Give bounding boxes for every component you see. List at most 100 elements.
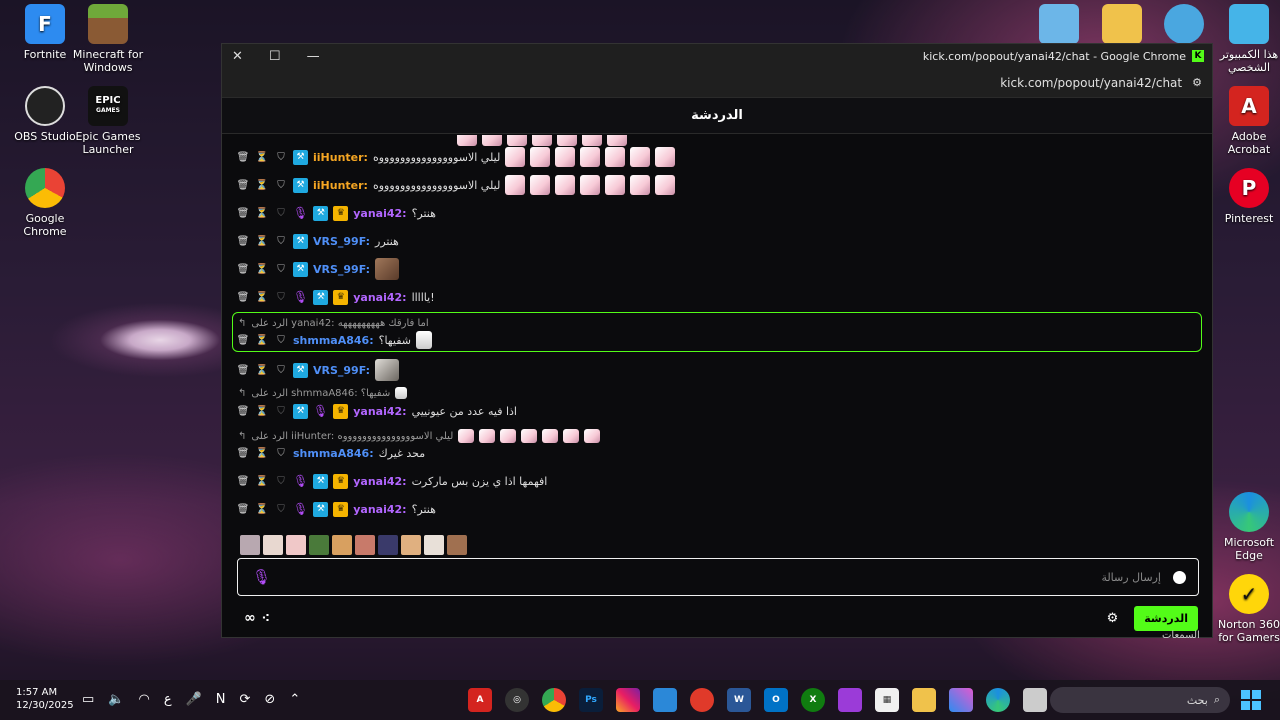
obs-taskbar-icon[interactable]: ◎ — [505, 688, 529, 712]
delete-icon[interactable]: 🗑 — [236, 178, 250, 192]
chat-message[interactable]: 🗑 ⏳ ⛉ shmmaA846: محد غيرك — [236, 442, 425, 464]
delete-icon[interactable]: 🗑 — [236, 234, 250, 248]
shield-icon[interactable]: ⛉ — [274, 262, 288, 276]
chat-input-placeholder[interactable]: إرسال رسالة — [1101, 571, 1161, 584]
delete-icon[interactable]: 🗑 — [236, 333, 250, 347]
camera-off-icon[interactable]: ⊘ — [264, 692, 275, 707]
shield-icon[interactable]: ⛉ — [274, 234, 288, 248]
chevron-up-icon[interactable]: ⌃ — [289, 692, 300, 707]
photos-taskbar-icon[interactable] — [653, 688, 677, 712]
desktop-icon-this-pc[interactable]: هذا الكمبيوتر الشخصي — [1211, 4, 1280, 74]
chat-message[interactable]: 🗑 ⏳ ⛉ 🎙 ⚒ ♛ yanai42: هنتر؟ — [236, 202, 436, 224]
delete-icon[interactable]: 🗑 — [236, 446, 250, 460]
shield-icon[interactable]: ⛉ — [274, 150, 288, 164]
chat-message[interactable]: 🗑 ⏳ ⛉ 🎙 ⚒ ♛ yanai42: افهمها اذا ي يزن بس… — [236, 470, 547, 492]
chat-message[interactable]: 🗑 ⏳ ⛉ ⚒ 🎙 ♛ yanai42: اذا فيه عدد من عيون… — [236, 400, 517, 422]
chat-username[interactable]: shmmaA846: — [293, 334, 374, 347]
timeout-icon[interactable]: ⏳ — [255, 150, 269, 164]
desktop-icon-edge[interactable]: Microsoft Edge — [1211, 492, 1280, 562]
shield-icon[interactable]: ⛉ — [274, 290, 288, 304]
timeout-icon[interactable]: ⏳ — [255, 333, 269, 347]
timeout-icon[interactable]: ⏳ — [255, 290, 269, 304]
app-taskbar-icon[interactable] — [838, 688, 862, 712]
microphone-icon[interactable]: 🎤 — [186, 692, 202, 707]
dots-icon[interactable]: ⁖ — [262, 611, 270, 625]
timeout-icon[interactable]: ⏳ — [255, 363, 269, 377]
word-taskbar-icon[interactable]: W — [727, 688, 751, 712]
emote-option[interactable] — [401, 535, 421, 555]
timeout-icon[interactable]: ⏳ — [255, 446, 269, 460]
site-settings-icon[interactable]: ⚙ — [1192, 76, 1202, 89]
wifi-icon[interactable]: ◠ — [138, 692, 149, 707]
desktop-icon-minecraft[interactable]: Minecraft for Windows — [70, 4, 146, 74]
chat-username[interactable]: yanai42: — [353, 207, 406, 220]
shield-icon[interactable]: ⛉ — [274, 363, 288, 377]
emoji-picker-icon[interactable] — [1173, 570, 1186, 584]
tool-taskbar-icon[interactable] — [690, 688, 714, 712]
task-view-taskbar-icon[interactable] — [1023, 688, 1047, 712]
maximize-icon[interactable]: ☐ — [269, 49, 281, 64]
desktop-icon-chrome[interactable]: Google Chrome — [7, 168, 83, 238]
sync-icon[interactable]: ⟳ — [240, 692, 251, 707]
mic-icon[interactable]: 🎙 — [252, 568, 271, 586]
chat-message[interactable]: 🗑 ⏳ ⛉ ⚒ VRS_99F: — [236, 258, 400, 280]
send-chat-button[interactable]: الدردشة — [1134, 605, 1198, 631]
chrome-taskbar-icon[interactable] — [542, 688, 566, 712]
chat-username[interactable]: VRS_99F: — [313, 235, 370, 248]
chat-username[interactable]: shmmaA846: — [293, 447, 374, 460]
timeout-icon[interactable]: ⏳ — [255, 262, 269, 276]
chat-message[interactable]: 🗑 ⏳ ⛉ ⚒ VRS_99F: — [236, 359, 400, 381]
speaker-icon[interactable]: 🔈 — [108, 692, 124, 707]
emote-option[interactable] — [424, 535, 444, 555]
shield-icon[interactable]: ⛉ — [274, 206, 288, 220]
chat-username[interactable]: yanai42: — [353, 475, 406, 488]
minimize-icon[interactable]: — — [307, 49, 320, 64]
emote-option[interactable] — [447, 535, 467, 555]
chat-message[interactable]: 🗑 ⏳ ⛉ 🎙 ⚒ ♛ yanai42: هنتر؟ — [236, 498, 436, 520]
reply-context[interactable]: ↰ الرد على iiHunter: ليلي الاسوووووووووو… — [238, 429, 601, 443]
timeout-icon[interactable]: ⏳ — [255, 178, 269, 192]
shield-icon[interactable]: ⛉ — [274, 446, 288, 460]
battery-icon[interactable]: ▭ — [82, 692, 94, 707]
chat-message[interactable]: 🗑 ⏳ ⛉ ⚒ iiHunter: ليلي الاسووووووووووووو… — [236, 146, 676, 168]
shield-icon[interactable]: ⛉ — [274, 178, 288, 192]
notion-icon[interactable]: N — [216, 692, 226, 707]
chat-message[interactable]: 🗑 ⏳ ⛉ ⚒ iiHunter: ليلي الاسووووووووووووو… — [236, 174, 676, 196]
photoshop-taskbar-icon[interactable]: Ps — [579, 688, 603, 712]
delete-icon[interactable]: 🗑 — [236, 150, 250, 164]
chat-input-box[interactable]: 🎙 إرسال رسالة — [237, 558, 1199, 596]
file-explorer-taskbar-icon[interactable] — [912, 688, 936, 712]
delete-icon[interactable]: 🗑 — [236, 502, 250, 516]
chat-messages[interactable]: 🗑 ⏳ ⛉ ⚒ iiHunter: ليلي الاسووووووووووووو… — [222, 135, 1212, 575]
taskbar-search[interactable]: بحث ⌕ — [1050, 687, 1230, 713]
desktop-icon-epic[interactable]: EPIC GAMES Epic Games Launcher — [70, 86, 146, 156]
chat-username[interactable]: yanai42: — [353, 405, 406, 418]
desktop-icon-pinterest[interactable]: P Pinterest — [1211, 168, 1280, 225]
timeout-icon[interactable]: ⏳ — [255, 234, 269, 248]
reply-context[interactable]: ↰ الرد على shmmaA846: شفيها؟ — [238, 386, 408, 400]
timeout-icon[interactable]: ⏳ — [255, 474, 269, 488]
chat-username[interactable]: iiHunter: — [313, 179, 368, 192]
emote-option[interactable] — [240, 535, 260, 555]
close-icon[interactable]: ✕ — [232, 49, 243, 64]
chat-username[interactable]: yanai42: — [353, 291, 406, 304]
shield-icon[interactable]: ⛉ — [274, 474, 288, 488]
xbox-taskbar-icon[interactable]: X — [801, 688, 825, 712]
chat-username[interactable]: VRS_99F: — [313, 364, 370, 377]
delete-icon[interactable]: 🗑 — [236, 206, 250, 220]
language-indicator[interactable]: ع — [164, 692, 172, 707]
outlook-taskbar-icon[interactable]: O — [764, 688, 788, 712]
acrobat-taskbar-icon[interactable]: A — [468, 688, 492, 712]
chat-username[interactable]: yanai42: — [353, 503, 406, 516]
emote-option[interactable] — [378, 535, 398, 555]
shield-icon[interactable]: ⛉ — [274, 502, 288, 516]
emote-option[interactable] — [355, 535, 375, 555]
emote-option[interactable] — [332, 535, 352, 555]
delete-icon[interactable]: 🗑 — [236, 404, 250, 418]
clock[interactable]: 1:57 AM 12/30/2025 — [16, 686, 74, 712]
windows-start-icon[interactable] — [1241, 690, 1261, 710]
delete-icon[interactable]: 🗑 — [236, 363, 250, 377]
desktop-icon-norton[interactable]: ✓ Norton 360 for Gamers — [1211, 574, 1280, 644]
chat-username[interactable]: VRS_99F: — [313, 263, 370, 276]
shield-icon[interactable]: ⛉ — [274, 333, 288, 347]
